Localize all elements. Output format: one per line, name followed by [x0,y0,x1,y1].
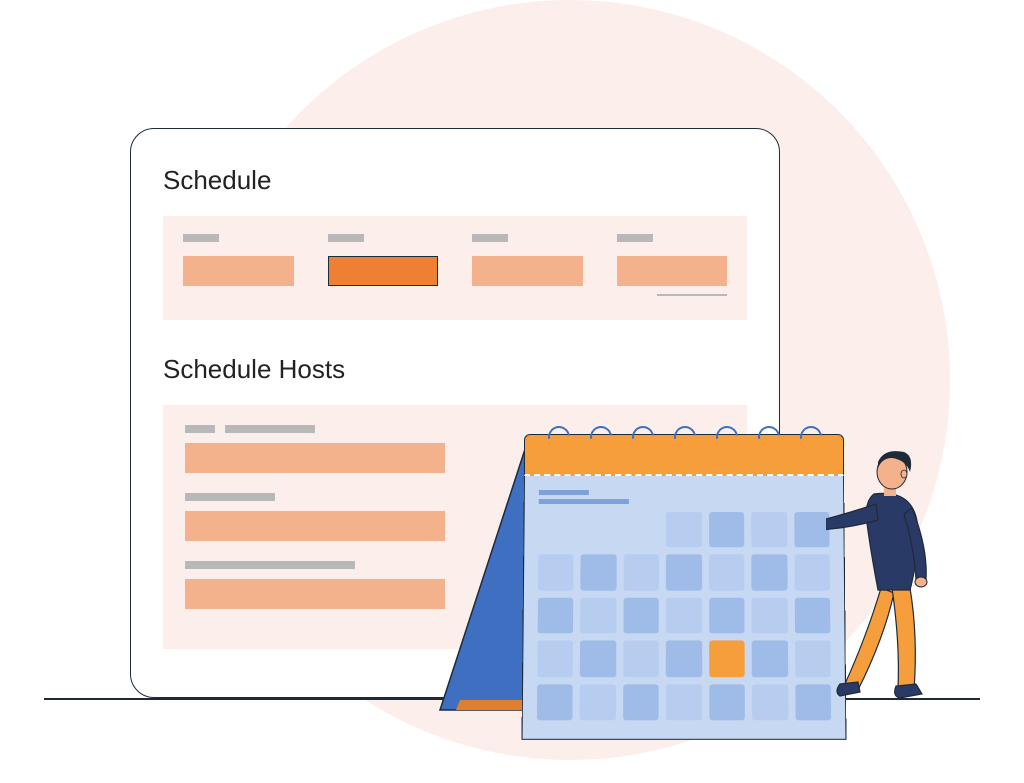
calendar-title-placeholder [539,490,829,504]
calendar-front [524,418,844,742]
calendar-cell [538,598,574,634]
ring-icon [544,422,575,453]
ring-icon [670,422,701,453]
calendar-cell [623,684,659,720]
calendar-cell [709,512,745,548]
ring-icon [628,422,659,453]
calendar-cell [623,555,659,591]
calendar-cell [623,598,659,634]
schedule-title: Schedule [163,165,747,196]
calendar-cell [537,641,573,677]
calendar-cell [794,598,830,634]
placeholder-bar [185,425,215,433]
calendar-cell [580,684,616,720]
calendar-cell [709,684,745,720]
placeholder-bar [185,493,275,501]
schedule-label-placeholder [183,234,219,242]
schedule-label-placeholder [328,234,364,242]
calendar-cell [752,598,788,634]
schedule-block-active [328,256,439,286]
host-block [185,579,445,609]
ring-icon [712,422,743,453]
schedule-label-placeholder [472,234,508,242]
placeholder-bar [185,561,355,569]
calendar-cell [580,598,616,634]
schedule-item[interactable] [472,234,583,296]
person-icon [826,438,956,708]
host-block [185,443,445,473]
calendar-cell [538,512,574,548]
schedule-block [617,256,728,286]
ring-icon [754,422,785,453]
schedule-row [183,234,727,296]
calendar-cell [580,641,616,677]
calendar-cell [794,512,830,548]
schedule-item[interactable] [183,234,294,296]
calendar-cell [666,598,702,634]
calendar-rings [524,426,844,448]
schedule-block [183,256,294,286]
calendar-cell [581,555,617,591]
host-block [185,511,445,541]
schedule-underline [657,294,727,296]
placeholder-bar [225,425,315,433]
ring-icon [796,422,827,453]
schedule-label-placeholder [617,234,653,242]
calendar-cell [537,684,573,720]
hosts-title: Schedule Hosts [163,354,747,385]
calendar-cell [666,555,702,591]
calendar-cell [666,684,702,720]
calendar-cell [709,598,745,634]
calendar-cell [666,641,702,677]
calendar-cell-highlighted [709,641,745,677]
calendar-body [522,476,847,740]
calendar-cell [581,512,617,548]
calendar-grid [537,512,831,720]
schedule-panel [163,216,747,320]
calendar-cell [666,512,702,548]
calendar-cell [709,555,745,591]
schedule-item[interactable] [617,234,728,296]
calendar-cell [752,641,788,677]
calendar-cell [751,555,787,591]
ring-icon [586,422,617,453]
calendar-cell [752,684,788,720]
calendar-cell [538,555,574,591]
schedule-item[interactable] [328,234,439,296]
calendar-cell [751,512,787,548]
calendar-cell [794,555,830,591]
calendar-cell [624,512,660,548]
calendar-cell [623,641,659,677]
schedule-block [472,256,583,286]
